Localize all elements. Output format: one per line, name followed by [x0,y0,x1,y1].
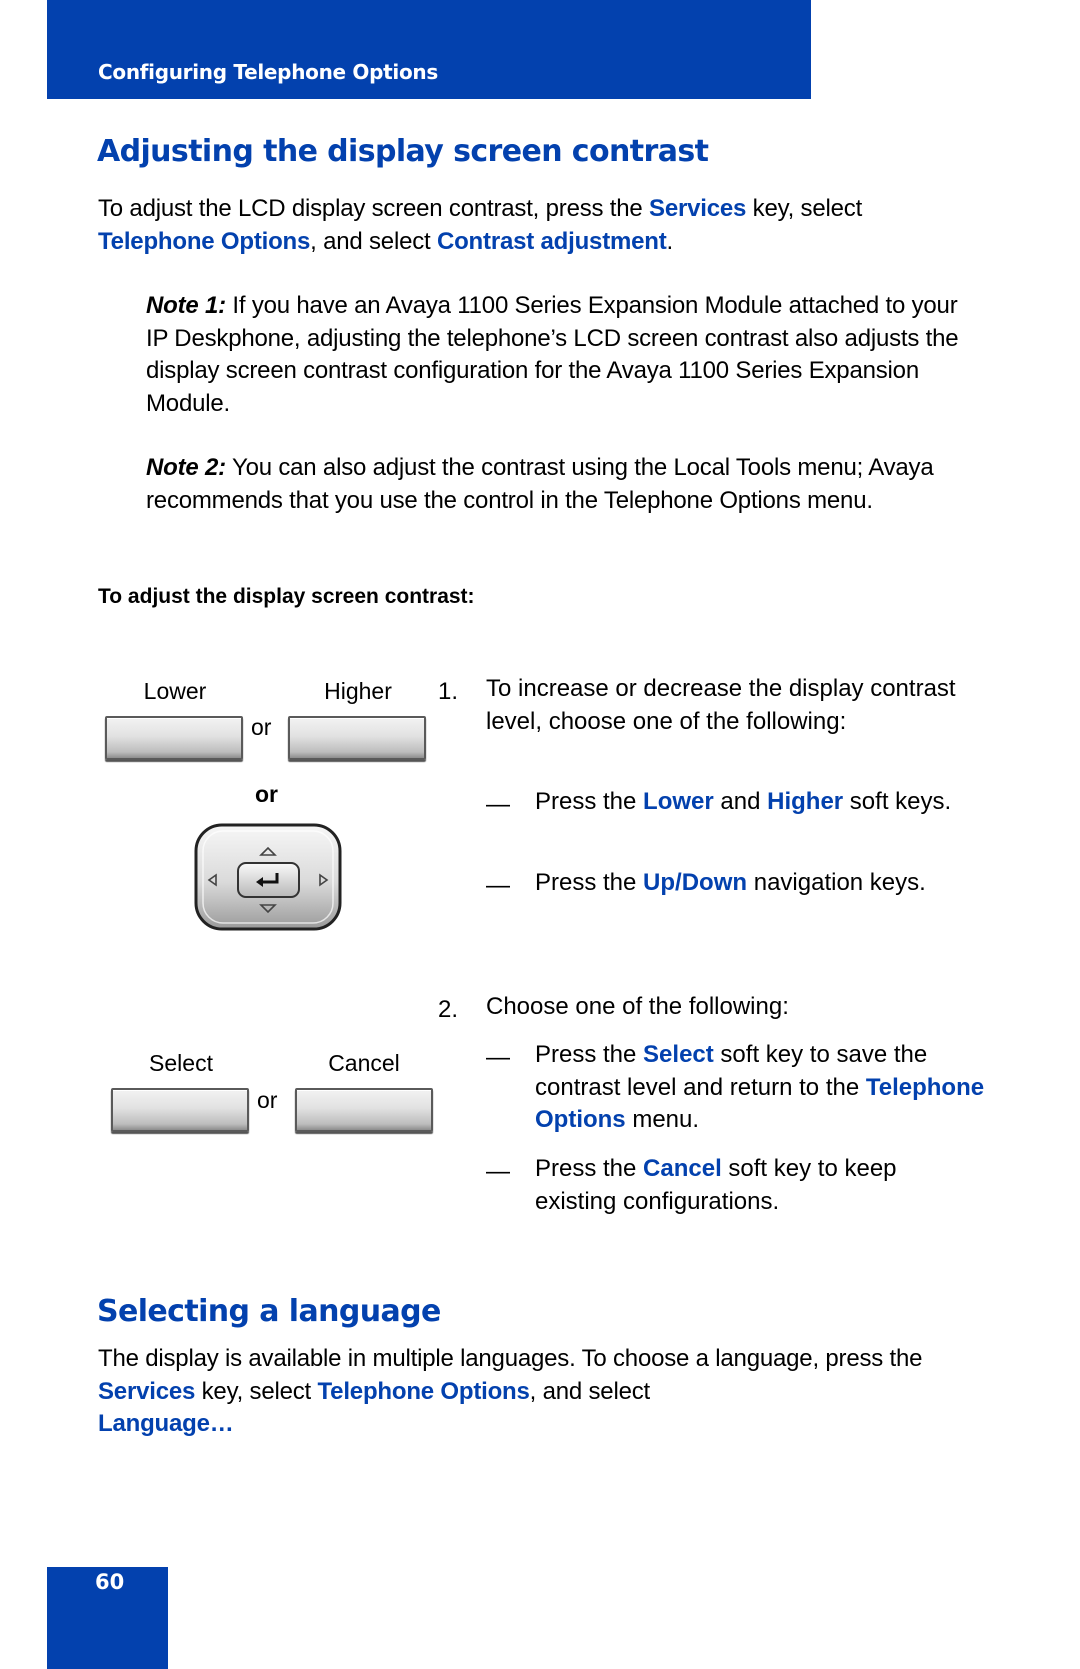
intro-text-2: key, select [746,195,863,222]
section-title-contrast: Adjusting the display screen contrast [97,134,709,169]
intro-text-4: . [666,227,674,255]
down-key-ref: Down [681,869,748,896]
procedure-heading: To adjust the display screen contrast: [98,585,475,608]
note-2: Note 2: You can also adjust the contrast… [146,452,981,517]
note-1-label: Note 1: [146,292,226,319]
contrast-intro-paragraph: To adjust the LCD display screen contras… [98,193,978,258]
services-key-ref: Services [649,195,747,222]
option-dash: — [486,872,510,899]
enter-key [237,862,300,898]
higher-soft-key[interactable] [288,716,426,760]
language-paragraph: The display is available in multiple lan… [98,1343,978,1441]
contrast-adjustment-ref: Contrast adjustment [436,227,667,255]
chapter-header-bar [47,0,811,99]
language-menu-ref: Language… [98,1410,234,1437]
page-number: 60 [95,1570,125,1594]
navigation-keys-icon [194,823,342,931]
step-2-number: 2. [438,996,459,1023]
chapter-title: Configuring Telephone Options [98,60,438,84]
step-1-option-1: Press the Lower and Higher soft keys. [535,786,975,819]
option-dash: — [486,791,510,818]
step-2-option-1: Press the Select soft key to save the co… [535,1039,985,1137]
step-1-option-2: Press the Up/Down navigation keys. [535,867,1005,900]
step-1-number: 1. [438,678,459,705]
step-1-text: To increase or decrease the display cont… [486,675,956,735]
note-1-text: If you have an Avaya 1100 Series Expansi… [146,292,959,417]
note-1: Note 1: If you have an Avaya 1100 Series… [146,290,981,420]
navigation-cluster[interactable] [193,822,343,932]
lower-key-ref: Lower [643,788,714,815]
up-key-ref: Up [643,869,676,896]
step-2-text: Choose one of the following: [486,993,789,1020]
lower-soft-key[interactable] [105,716,243,760]
slash: / [675,869,682,896]
or-separator-bold: or [255,781,278,807]
cancel-key-ref: Cancel [643,1155,722,1182]
cancel-key-label: Cancel [328,1050,400,1076]
select-key-ref: Select [643,1041,714,1068]
option-text: menu. [625,1106,700,1133]
cancel-soft-key[interactable] [295,1088,433,1132]
option-text: Press the [535,869,644,896]
or-separator: or [257,1087,278,1113]
note-2-text: You can also adjust the contrast using t… [146,454,934,514]
higher-key-ref: Higher [767,788,844,815]
higher-key-label: Higher [324,678,392,704]
lower-key-label: Lower [143,678,207,704]
step-2-option-2: Press the Cancel soft key to keep existi… [535,1153,965,1218]
select-key-label: Select [149,1050,213,1076]
option-dash: — [486,1158,510,1185]
option-dash: — [486,1044,510,1071]
option-text: Press the [535,1041,644,1068]
or-separator: or [251,714,272,740]
telephone-options-ref: Telephone Options [317,1377,530,1405]
language-text-1: The display is available in multiple lan… [98,1345,923,1372]
intro-text-1: To adjust the LCD display screen contras… [98,195,650,222]
select-soft-key[interactable] [111,1088,249,1132]
option-text: Press the [535,788,644,815]
telephone-options-ref: Telephone Options [98,227,311,255]
section-title-language: Selecting a language [97,1294,441,1329]
language-text-2: key, select [195,1377,318,1405]
option-text: navigation keys. [747,869,926,896]
option-text: and [713,788,768,815]
language-text-3: , and select [529,1377,651,1405]
option-text: Press the [535,1155,644,1182]
services-key-ref: Services [98,1377,196,1405]
note-2-label: Note 2: [146,454,226,481]
intro-text-3: , and select [310,227,437,255]
option-text: soft keys. [843,788,952,815]
